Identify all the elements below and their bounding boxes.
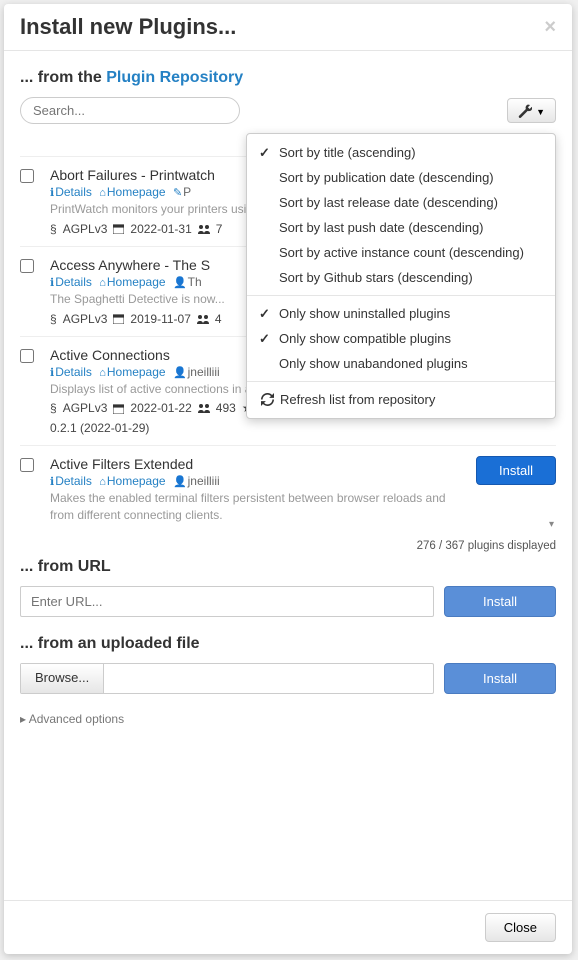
home-icon: ⌂ (99, 277, 106, 289)
modal-footer: Close (4, 900, 572, 954)
users-icon (197, 314, 209, 324)
user-icon: 👤 (173, 367, 187, 379)
plugin-checkbox[interactable] (20, 349, 34, 363)
home-icon: ⌂ (99, 476, 106, 488)
install-button[interactable]: Install (476, 456, 556, 485)
homepage-link[interactable]: Homepage (107, 365, 166, 379)
modal-title: Install new Plugins... (20, 14, 236, 40)
search-input[interactable] (20, 97, 240, 124)
details-link[interactable]: Details (55, 474, 92, 488)
install-url-button[interactable]: Install (444, 586, 556, 617)
info-icon: ℹ (50, 187, 54, 199)
pushpin-icon: ✎ (173, 187, 182, 199)
file-input[interactable]: Browse... (20, 663, 434, 694)
info-icon: ℹ (50, 367, 54, 379)
plugin-title: Active Filters Extended (50, 456, 466, 472)
plugin-row: Active Filters Extended ℹDetails ⌂Homepa… (20, 446, 556, 538)
plugin-checkbox[interactable] (20, 259, 34, 273)
homepage-link[interactable]: Homepage (107, 474, 166, 488)
plugin-checkbox[interactable] (20, 458, 34, 472)
filter-option[interactable]: Only show uninstalled plugins (247, 301, 555, 326)
refresh-list[interactable]: Refresh list from repository (247, 387, 555, 412)
license-icon: § (50, 222, 57, 236)
modal-body: ... from the Plugin Repository ▼ Sort by… (4, 51, 572, 900)
plugin-links: ℹDetails ⌂Homepage 👤jneilliii (50, 474, 466, 488)
homepage-link[interactable]: Homepage (107, 185, 166, 199)
users-icon (198, 224, 210, 234)
info-icon: ℹ (50, 476, 54, 488)
divider (247, 295, 555, 296)
sort-option[interactable]: Sort by publication date (descending) (247, 165, 555, 190)
sort-option[interactable]: Sort by title (ascending) (247, 140, 555, 165)
wrench-icon (518, 104, 532, 118)
plugin-description: Makes the enabled terminal filters persi… (50, 490, 466, 524)
divider (247, 381, 555, 382)
from-repository-heading: ... from the Plugin Repository (20, 69, 556, 87)
info-icon: ℹ (50, 277, 54, 289)
calendar-icon (113, 403, 124, 414)
advanced-options-toggle[interactable]: ▸ Advanced options (20, 712, 556, 726)
from-url-heading: ... from URL (20, 558, 556, 576)
homepage-link[interactable]: Homepage (107, 275, 166, 289)
refresh-icon (261, 393, 274, 406)
home-icon: ⌂ (99, 187, 106, 199)
filter-option[interactable]: Only show compatible plugins (247, 326, 555, 351)
url-row: Install (20, 586, 556, 617)
sort-option[interactable]: Sort by last release date (descending) (247, 190, 555, 215)
plugin-count: 276 / 367 plugins displayed (20, 540, 556, 552)
plugin-repository-link[interactable]: Plugin Repository (106, 69, 243, 86)
plugin-checkbox[interactable] (20, 169, 34, 183)
users-icon (198, 403, 210, 413)
license-icon: § (50, 312, 57, 326)
caret-right-icon: ▸ (20, 712, 26, 726)
license-icon: § (50, 401, 57, 415)
details-link[interactable]: Details (55, 365, 92, 379)
calendar-icon (113, 223, 124, 234)
close-icon[interactable]: × (544, 16, 556, 39)
options-dropdown: Sort by title (ascending) Sort by public… (246, 133, 556, 419)
close-button[interactable]: Close (485, 913, 556, 942)
from-file-heading: ... from an uploaded file (20, 635, 556, 653)
install-file-button[interactable]: Install (444, 663, 556, 694)
url-input[interactable] (20, 586, 434, 617)
user-icon: 👤 (173, 277, 187, 289)
details-link[interactable]: Details (55, 185, 92, 199)
options-dropdown-button[interactable]: ▼ (507, 98, 556, 124)
scroll-indicator[interactable]: ▾ (549, 519, 554, 530)
user-icon: 👤 (173, 476, 187, 488)
sort-option[interactable]: Sort by Github stars (descending) (247, 265, 555, 290)
browse-button[interactable]: Browse... (21, 664, 104, 693)
sort-option[interactable]: Sort by active instance count (descendin… (247, 240, 555, 265)
search-row: ▼ Sort by title (ascending) Sort by publ… (20, 97, 556, 124)
file-row: Browse... Install (20, 663, 556, 694)
modal-header: Install new Plugins... × (4, 4, 572, 51)
install-plugins-modal: Install new Plugins... × ... from the Pl… (4, 4, 572, 954)
details-link[interactable]: Details (55, 275, 92, 289)
sort-option[interactable]: Sort by last push date (descending) (247, 215, 555, 240)
filter-option[interactable]: Only show unabandoned plugins (247, 351, 555, 376)
calendar-icon (113, 313, 124, 324)
home-icon: ⌂ (99, 367, 106, 379)
